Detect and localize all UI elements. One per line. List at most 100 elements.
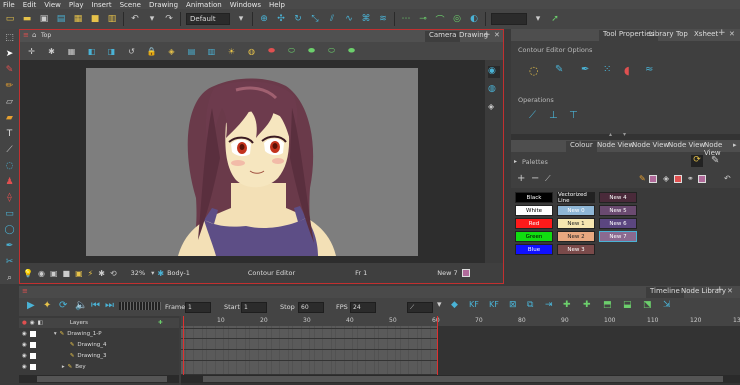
add-drawing-icon[interactable]: ✚: [563, 300, 571, 310]
layer-checkbox[interactable]: [29, 364, 36, 370]
current-swatch-c[interactable]: [698, 175, 706, 183]
contour-editor-icon[interactable]: ➤: [4, 49, 16, 59]
expand-icon[interactable]: ▾: [54, 331, 57, 337]
dropper-tool-icon[interactable]: ⟠: [4, 193, 16, 203]
light-table-icon[interactable]: ☀: [226, 46, 237, 57]
layer-scrollbar[interactable]: [19, 375, 179, 383]
menu-drawing[interactable]: Drawing: [149, 1, 178, 9]
render-icon[interactable]: ■: [89, 13, 101, 25]
colour-picker-icon[interactable]: ⟋: [545, 174, 551, 184]
paint-tool-icon[interactable]: ▰: [4, 113, 16, 123]
record-icon[interactable]: ●: [22, 320, 27, 326]
zoom-tool-icon[interactable]: ⌕: [4, 273, 16, 283]
close-view-icon[interactable]: ✕: [494, 31, 500, 39]
brush-tool-icon[interactable]: ✎: [4, 65, 16, 75]
paint-bucket-icon[interactable]: ♟: [4, 177, 16, 187]
colour-swatch[interactable]: New 3: [557, 244, 595, 255]
line-texture-icon[interactable]: ⬬: [346, 46, 357, 57]
menu-scene[interactable]: Scene: [120, 1, 141, 9]
stop-field[interactable]: 60: [298, 302, 324, 313]
lasso-option-icon[interactable]: ◌: [529, 64, 539, 77]
remove-keyframe-icon[interactable]: KF: [489, 300, 499, 309]
layer-row[interactable]: ◉ ▸ ✎ Bey: [19, 362, 179, 372]
arrange-icon[interactable]: ▤: [186, 46, 197, 57]
colour-swatch[interactable]: New 0: [557, 205, 595, 216]
smooth-operation-icon[interactable]: ⟋: [529, 110, 536, 121]
layer-row[interactable]: ◉ ✎ Drawing_3: [19, 351, 179, 361]
palette-options-icon[interactable]: ✎: [711, 155, 719, 166]
menu-file[interactable]: File: [3, 1, 15, 9]
bone-icon[interactable]: ⊸: [417, 13, 429, 25]
add-colour-icon[interactable]: +: [517, 173, 525, 184]
arrow-tool-icon[interactable]: ➚: [549, 13, 561, 25]
stop-motion-icon[interactable]: ⊠: [509, 300, 517, 310]
thin-lines-icon[interactable]: ⬭: [326, 46, 337, 57]
menu-insert[interactable]: Insert: [92, 1, 112, 9]
group-icon[interactable]: ◈: [166, 46, 177, 57]
menu-play[interactable]: Play: [69, 1, 84, 9]
layer-checkbox[interactable]: [29, 331, 36, 337]
colour-swatch[interactable]: New 1: [557, 218, 595, 229]
group-layer-icon[interactable]: ⬓: [623, 300, 632, 310]
play-sound-icon[interactable]: ✦: [43, 300, 51, 311]
morph-icon[interactable]: ⌘: [360, 13, 372, 25]
layer-checkbox[interactable]: [29, 353, 36, 359]
reset-view-icon[interactable]: ⟲: [110, 269, 117, 278]
save-icon[interactable]: ▣: [38, 13, 50, 25]
export-icon[interactable]: ▥: [106, 13, 118, 25]
home-icon[interactable]: ⌂: [32, 31, 36, 39]
spline-offset-icon[interactable]: ∿: [343, 13, 355, 25]
collapse-down-icon[interactable]: ▾: [623, 131, 626, 138]
ease-dropdown-icon[interactable]: ▾: [437, 300, 442, 310]
close-tab-icon[interactable]: ✕: [729, 30, 735, 38]
palette-menu-icon[interactable]: ⟳: [691, 155, 703, 167]
ellipse-tool-icon[interactable]: ◯: [4, 225, 16, 235]
sound-icon[interactable]: 🔈: [75, 300, 87, 311]
loop-icon[interactable]: ⟳: [59, 300, 67, 311]
text-tool-icon[interactable]: T: [4, 129, 16, 139]
redo-icon[interactable]: ↷: [163, 13, 175, 25]
colour-swatch[interactable]: Green: [515, 231, 553, 242]
motion-icon[interactable]: ≋: [377, 13, 389, 25]
scale-icon[interactable]: ⤡: [309, 13, 321, 25]
layer-row[interactable]: ◉ ▾ ✎ Drawing_1-P: [19, 329, 179, 339]
layer-dropdown-icon[interactable]: ▾: [532, 13, 544, 25]
view-camera-icon[interactable]: ◍: [488, 84, 500, 96]
onion-skin-icon[interactable]: ◐: [468, 13, 480, 25]
link-colour-icon[interactable]: ⚭: [687, 174, 694, 183]
menu-edit[interactable]: Edit: [23, 1, 37, 9]
layer-row[interactable]: ◉ ✎ Drawing_4: [19, 340, 179, 350]
safe-area-icon[interactable]: ◉: [38, 269, 45, 278]
onion-skin-status-icon[interactable]: ✱: [98, 269, 105, 278]
zoom-dropdown-icon[interactable]: ▾: [151, 269, 154, 277]
workspace-select[interactable]: Default: [186, 13, 230, 25]
menu-animation[interactable]: Animation: [186, 1, 222, 9]
eyedropper-icon[interactable]: ✎: [639, 174, 646, 183]
keyframe-icon[interactable]: KF: [469, 300, 479, 309]
deformation-icon[interactable]: ⋯: [400, 13, 412, 25]
shape-option-icon[interactable]: ◖: [624, 64, 630, 77]
last-frame-icon[interactable]: ⏭: [105, 300, 114, 311]
open-scene-icon[interactable]: ▬: [21, 13, 33, 25]
playhead-start[interactable]: [183, 316, 184, 375]
camera-frame[interactable]: [86, 68, 418, 256]
start-field[interactable]: 1: [241, 302, 267, 313]
layer-visibility-icon[interactable]: ◉: [22, 331, 27, 337]
skew-icon[interactable]: ⫽: [326, 13, 338, 25]
render-preview-icon[interactable]: ⚡: [88, 269, 94, 278]
rotate-ccw-icon[interactable]: ↺: [126, 46, 137, 57]
cutter-tool-icon[interactable]: ✂: [4, 257, 16, 267]
colour-swatch[interactable]: Red: [515, 218, 553, 229]
envelope-icon[interactable]: ◎: [451, 13, 463, 25]
playback-speed-slider[interactable]: [119, 302, 161, 310]
add-tab-icon[interactable]: +: [718, 28, 726, 38]
pivot-icon[interactable]: ⊕: [258, 13, 270, 25]
line-tool-icon[interactable]: ⟋: [4, 145, 16, 155]
view-toggle-icon[interactable]: ◈: [488, 102, 500, 114]
straighten-operation-icon[interactable]: ⊤: [569, 110, 578, 121]
colour-swatch[interactable]: Vectorized Line: [557, 192, 595, 204]
close-timeline-icon[interactable]: ✕: [727, 287, 733, 295]
colour-swatch[interactable]: Black: [515, 192, 553, 203]
layer-visibility-icon[interactable]: ◉: [22, 364, 27, 370]
library-icon[interactable]: ▦: [72, 13, 84, 25]
